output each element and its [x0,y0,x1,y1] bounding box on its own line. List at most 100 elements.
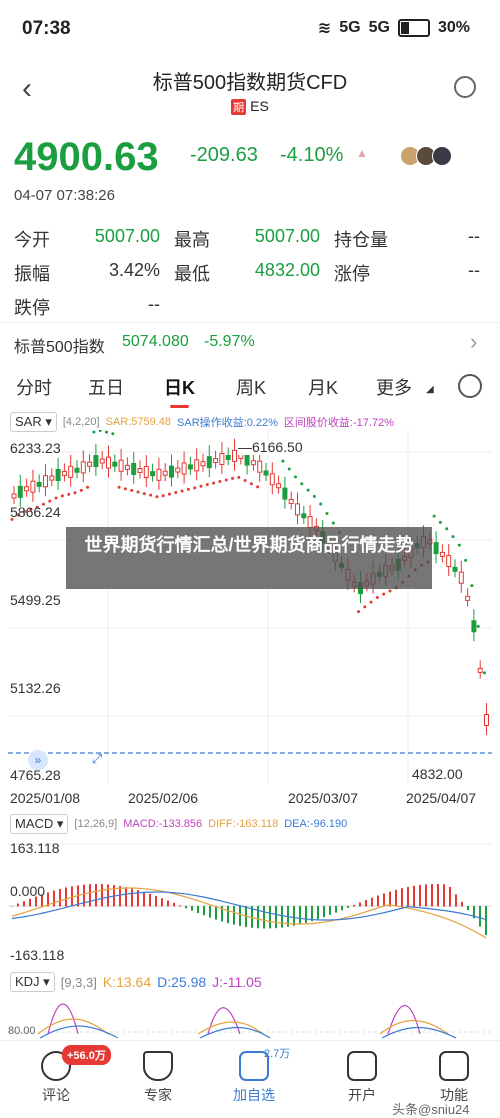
candle-body [131,462,137,475]
candle-body [80,461,86,474]
macd-bar [311,906,313,922]
open-account-button[interactable]: 开户 [322,1051,402,1105]
tab-monthly-k[interactable]: 月K [308,374,338,400]
sar-dot [243,479,247,483]
macd-selector[interactable]: MACD ▾ [10,814,69,834]
date-label-1: 2025/01/08 [10,790,81,806]
macd-bar [191,906,193,911]
sar-dot [193,486,197,490]
futures-tag: 期 [231,99,247,115]
candle-body [36,481,42,487]
candle-body [263,470,269,476]
candle-body [143,466,149,479]
macd-bar [131,888,133,907]
tab-daily-k[interactable]: 日K [164,374,195,408]
sar-dot [155,495,159,499]
candle-body [124,464,130,470]
date-label-4: 2025/04/07 [406,790,477,806]
sar-dot [86,485,90,489]
k-value: K:13.64 [102,974,152,990]
expand-icon[interactable]: » [28,750,48,770]
signal-label-1: 5G [339,19,361,36]
fullscreen-icon[interactable]: ⤢ [88,751,106,769]
candle-body [93,455,99,468]
comment-label: 评论 [42,1087,70,1103]
macd-bar [233,906,235,925]
high-marker: —6166.50 [238,439,303,455]
candle-body [458,571,464,584]
candle-body [446,554,452,567]
functions-button[interactable]: 功能 [414,1051,494,1105]
macd-bar [281,906,283,928]
macd-bar [89,884,91,907]
macd-bar [365,900,367,907]
macd-bar [431,884,433,907]
candle-body [162,470,168,476]
macd-bar [467,906,469,911]
battery-icon [397,19,430,37]
candle-body [181,462,187,475]
macd-bar [17,903,19,907]
macd-bar [461,901,463,907]
macd-bar [359,902,361,907]
candle-body [55,468,61,481]
sar-dot [325,512,329,515]
sar-dot [294,475,297,479]
candle-body [250,460,256,466]
kline-chart[interactable] [8,430,492,784]
macd-bar [269,906,271,929]
tab-more[interactable]: 更多 [376,374,412,400]
sar-profit: SAR操作收益:0.22% [177,417,278,429]
candle-body [238,453,244,459]
macd-bar [95,884,97,907]
macd-bar [203,906,205,916]
sar-dot [464,558,468,562]
candle-body [24,486,30,492]
avatar-group[interactable] [400,146,452,166]
sar-dot [388,589,392,593]
kdj-selector[interactable]: KDJ ▾ [10,972,55,992]
back-icon[interactable]: ‹ [22,72,32,106]
sar-dot [105,430,108,434]
index-row[interactable]: 标普500指数 5074.080 -5.97% › [0,322,500,363]
d-value: D:25.98 [157,974,207,990]
macd-bar [329,906,331,915]
open-value: 5007.00 [94,226,160,246]
candle-body [106,456,111,469]
candle-body [477,667,483,673]
tab-five-day[interactable]: 五日 [88,374,124,400]
kdj-chart [8,1003,492,1039]
last-price-marker: 4832.00 [412,766,463,782]
settings-icon[interactable] [458,374,482,398]
limit-down-value: -- [148,294,160,314]
tab-intraday[interactable]: 分时 [16,374,52,400]
macd-bar [449,886,451,907]
candle-body [257,460,263,473]
candle-body [439,551,445,557]
wifi-icon: ≋ [317,20,332,37]
sar-row: SAR ▾ [4,2,20] SAR:5759.48 SAR操作收益:0.22%… [10,412,394,432]
macd-bar [275,906,277,929]
candle-body [225,454,231,460]
index-value: 5074.080 [122,333,189,350]
macd-bar [227,906,229,924]
candle-body [301,513,307,519]
sar-dot [205,483,209,487]
axis-label-top: 6233.23 [10,440,61,456]
sar-selector[interactable]: SAR ▾ [10,412,57,432]
macd-bar [107,884,109,907]
sar-dot [451,535,455,539]
candle-body [465,595,471,601]
sar-params: [4,2,20] [62,416,100,428]
search-icon[interactable] [454,76,476,98]
candle-body [99,458,105,464]
macd-bar [161,898,163,907]
macd-bar [389,891,391,907]
tab-weekly-k[interactable]: 周K [236,374,266,400]
macd-bar [185,906,187,909]
expert-button[interactable]: 专家 [118,1051,198,1105]
candle-body [169,465,174,478]
high-marker-value: 6166.50 [252,439,303,455]
sar-dot [369,600,373,604]
symbol-code: ES [250,98,269,114]
